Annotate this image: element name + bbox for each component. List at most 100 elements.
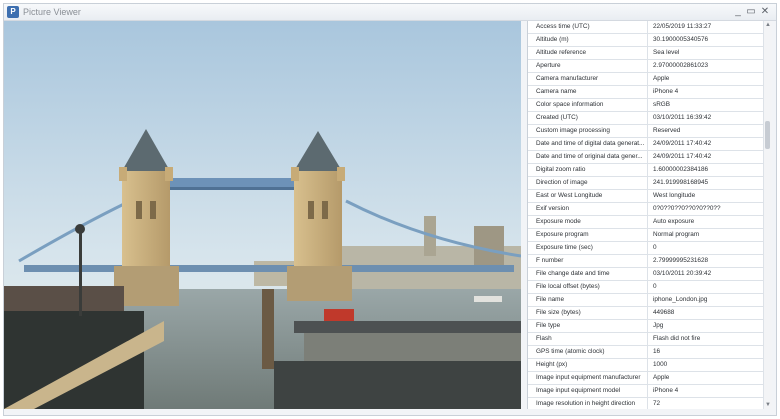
property-name: Altitude reference bbox=[528, 47, 648, 59]
property-name: Image input equipment model bbox=[528, 385, 648, 397]
property-value: 24/09/2011 17:40:42 bbox=[653, 140, 712, 147]
property-name: Date and time of original data gener... bbox=[528, 151, 648, 163]
property-value: 0 bbox=[653, 244, 657, 251]
property-name: File name bbox=[528, 294, 648, 306]
property-row[interactable]: F number 2.79999995231628 bbox=[528, 255, 763, 268]
picture-viewer-app-icon: P bbox=[7, 6, 19, 18]
property-name: File type bbox=[528, 320, 648, 332]
property-name: Direction of image bbox=[528, 177, 648, 189]
maximize-button[interactable]: ▭ bbox=[745, 6, 757, 18]
property-value: 0 bbox=[653, 283, 657, 290]
property-value: 30.1900005340576 bbox=[653, 36, 709, 43]
minimize-button[interactable]: _ bbox=[732, 6, 744, 18]
property-name: Access time (UTC) bbox=[528, 21, 648, 33]
property-row[interactable]: Image input equipment manufacturer Apple bbox=[528, 372, 763, 385]
property-name: GPS time (atomic clock) bbox=[528, 346, 648, 358]
scroll-thumb[interactable] bbox=[765, 121, 770, 149]
title-bar[interactable]: P Picture Viewer _ ▭ ✕ bbox=[4, 4, 776, 21]
property-name: F number bbox=[528, 255, 648, 267]
property-row[interactable]: Date and time of original data gener... 2… bbox=[528, 151, 763, 164]
property-value: West longitude bbox=[653, 192, 696, 199]
property-row[interactable]: Exif version 0?0??0??0??0?0??0?? bbox=[528, 203, 763, 216]
property-row[interactable]: Created (UTC) 03/10/2011 16:39:42 bbox=[528, 112, 763, 125]
property-row[interactable]: East or West Longitude West longitude bbox=[528, 190, 763, 203]
image-viewport[interactable] bbox=[4, 21, 521, 409]
property-value: 0?0??0??0??0?0??0?? bbox=[653, 205, 721, 212]
property-row[interactable]: Altitude (m) 30.1900005340576 bbox=[528, 34, 763, 47]
property-name: Camera name bbox=[528, 86, 648, 98]
property-row[interactable]: File name iphone_London.jpg bbox=[528, 294, 763, 307]
property-value: 241.919998168945 bbox=[653, 179, 709, 186]
property-name: Altitude (m) bbox=[528, 34, 648, 46]
property-row[interactable]: Camera name iPhone 4 bbox=[528, 86, 763, 99]
property-row[interactable]: File size (bytes) 449688 bbox=[528, 307, 763, 320]
property-row[interactable]: Digital zoom ratio 1.60000002384186 bbox=[528, 164, 763, 177]
property-value: 03/10/2011 20:39:42 bbox=[653, 270, 712, 277]
property-row[interactable]: Aperture 2.97000002861023 bbox=[528, 60, 763, 73]
property-name: Exposure time (sec) bbox=[528, 242, 648, 254]
property-row[interactable]: Flash Flash did not fire bbox=[528, 333, 763, 346]
property-value: 2.97000002861023 bbox=[653, 62, 709, 69]
property-name: Color space information bbox=[528, 99, 648, 111]
property-value: 22/05/2019 11:33:27 bbox=[653, 23, 712, 30]
scroll-down-arrow-icon[interactable]: ▼ bbox=[764, 401, 772, 409]
property-value: Jpg bbox=[653, 322, 664, 329]
property-name: File size (bytes) bbox=[528, 307, 648, 319]
property-value: Apple bbox=[653, 75, 670, 82]
property-name: Created (UTC) bbox=[528, 112, 648, 124]
property-row[interactable]: Image resolution in height direction 72 bbox=[528, 398, 763, 409]
property-name: File change date and time bbox=[528, 268, 648, 280]
property-value: 1.60000002384186 bbox=[653, 166, 709, 173]
property-row[interactable]: Access time (UTC) 22/05/2019 11:33:27 bbox=[528, 21, 763, 34]
property-name: Height (px) bbox=[528, 359, 648, 371]
window-title: Picture Viewer bbox=[23, 7, 81, 17]
property-value: Apple bbox=[653, 374, 670, 381]
property-value: Flash did not fire bbox=[653, 335, 701, 342]
property-name: Camera manufacturer bbox=[528, 73, 648, 85]
property-row[interactable]: Camera manufacturer Apple bbox=[528, 73, 763, 86]
property-row[interactable]: Image input equipment model iPhone 4 bbox=[528, 385, 763, 398]
property-value: sRGB bbox=[653, 101, 671, 108]
property-value: iPhone 4 bbox=[653, 387, 679, 394]
property-row[interactable]: Height (px) 1000 bbox=[528, 359, 763, 372]
property-row[interactable]: Color space information sRGB bbox=[528, 99, 763, 112]
property-row[interactable]: Exposure program Normal program bbox=[528, 229, 763, 242]
property-row[interactable]: File type Jpg bbox=[528, 320, 763, 333]
property-value: 2.79999995231628 bbox=[653, 257, 709, 264]
property-row[interactable]: GPS time (atomic clock) 16 bbox=[528, 346, 763, 359]
property-row[interactable]: Altitude reference Sea level bbox=[528, 47, 763, 60]
property-value: 03/10/2011 16:39:42 bbox=[653, 114, 712, 121]
property-value: Reserved bbox=[653, 127, 681, 134]
tower-bridge-photo bbox=[4, 21, 521, 409]
property-name: Custom image processing bbox=[528, 125, 648, 137]
property-name: Aperture bbox=[528, 60, 648, 72]
property-row[interactable]: Exposure time (sec) 0 bbox=[528, 242, 763, 255]
property-value: 72 bbox=[653, 400, 661, 407]
property-value: Auto exposure bbox=[653, 218, 695, 225]
property-name: Digital zoom ratio bbox=[528, 164, 648, 176]
property-row[interactable]: File local offset (bytes) 0 bbox=[528, 281, 763, 294]
property-name: Date and time of digital data generat... bbox=[528, 138, 648, 150]
property-name: Exif version bbox=[528, 203, 648, 215]
property-value: 16 bbox=[653, 348, 661, 355]
property-row[interactable]: Custom image processing Reserved bbox=[528, 125, 763, 138]
property-row[interactable]: Direction of image 241.919998168945 bbox=[528, 177, 763, 190]
property-value: 24/09/2011 17:40:42 bbox=[653, 153, 712, 160]
property-value: Sea level bbox=[653, 49, 680, 56]
property-value: 449688 bbox=[653, 309, 675, 316]
close-button[interactable]: ✕ bbox=[759, 6, 771, 18]
property-row[interactable]: Exposure mode Auto exposure bbox=[528, 216, 763, 229]
property-value: iPhone 4 bbox=[653, 88, 679, 95]
properties-panel[interactable]: Access time (UTC) 22/05/2019 11:33:27 Alti… bbox=[527, 21, 763, 409]
scroll-up-arrow-icon[interactable]: ▲ bbox=[764, 21, 772, 29]
property-row[interactable]: File change date and time 03/10/2011 20:3… bbox=[528, 268, 763, 281]
property-name: File local offset (bytes) bbox=[528, 281, 648, 293]
property-name: Image resolution in height direction bbox=[528, 398, 648, 409]
property-value: Normal program bbox=[653, 231, 700, 238]
properties-scrollbar[interactable]: ▲ ▼ bbox=[763, 21, 772, 409]
property-row[interactable]: Date and time of digital data generat...… bbox=[528, 138, 763, 151]
property-name: Exposure program bbox=[528, 229, 648, 241]
property-name: East or West Longitude bbox=[528, 190, 648, 202]
property-value: 1000 bbox=[653, 361, 668, 368]
property-name: Exposure mode bbox=[528, 216, 648, 228]
